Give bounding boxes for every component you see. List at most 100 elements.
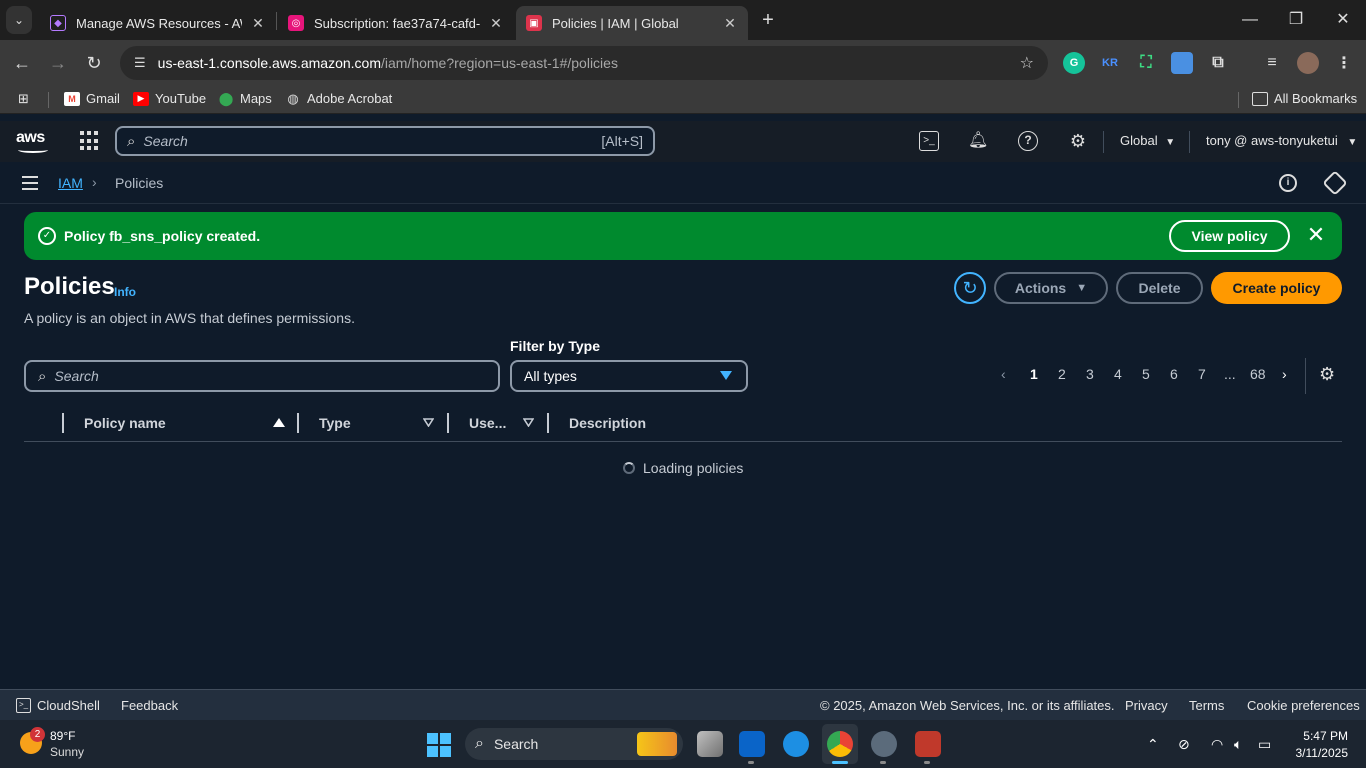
- page-3[interactable]: 3: [1086, 366, 1094, 382]
- media-control-icon[interactable]: ≡: [1261, 52, 1283, 74]
- delete-button[interactable]: Delete: [1116, 272, 1203, 304]
- close-icon[interactable]: ✕: [1306, 224, 1326, 246]
- tab-subscription[interactable]: ◎ Subscription: fae37a74-cafd-47 ✕: [278, 6, 514, 40]
- aws-logo[interactable]: aws: [16, 129, 50, 153]
- aws-search-input[interactable]: ⌕ Search [Alt+S]: [115, 126, 655, 156]
- prev-page-icon[interactable]: ‹: [1001, 366, 1006, 382]
- column-header-policy-name[interactable]: Policy name: [84, 415, 166, 431]
- photo-extension-icon[interactable]: [1171, 52, 1193, 74]
- browser-menu-icon[interactable]: ⋮: [1333, 52, 1355, 74]
- close-icon[interactable]: ✕: [722, 15, 738, 32]
- feedback-link[interactable]: Feedback: [121, 698, 178, 713]
- wifi-icon[interactable]: ◠: [1211, 736, 1223, 753]
- info-link[interactable]: Info: [114, 285, 136, 299]
- fullscreen-extension-icon[interactable]: ⛶: [1135, 52, 1157, 74]
- breadcrumb-iam-link[interactable]: IAM: [58, 175, 83, 191]
- system-clock[interactable]: 5:47 PM 3/11/2025: [1290, 729, 1349, 760]
- back-icon[interactable]: ←: [9, 50, 35, 76]
- close-icon[interactable]: ✕: [488, 15, 504, 32]
- cloudshell-icon[interactable]: >_: [919, 131, 939, 151]
- page-7[interactable]: 7: [1198, 366, 1206, 382]
- page-2[interactable]: 2: [1058, 366, 1066, 382]
- sort-icon[interactable]: [523, 418, 534, 427]
- search-icon: ⌕: [38, 367, 47, 385]
- cloudshell-link[interactable]: CloudShell: [37, 698, 100, 713]
- tab-search-button[interactable]: ⌄: [6, 6, 32, 34]
- extensions-puzzle-icon[interactable]: ⧉: [1207, 52, 1229, 74]
- restore-icon[interactable]: ❐: [1284, 8, 1308, 32]
- tab-label: Policies | IAM | Global: [552, 15, 679, 31]
- tab-aws-resources[interactable]: ◆ Manage AWS Resources - AWS ✕: [40, 6, 276, 40]
- settings-gear-icon[interactable]: [871, 731, 897, 757]
- page-1[interactable]: 1: [1030, 366, 1038, 382]
- gear-icon[interactable]: ⚙: [1068, 131, 1088, 151]
- terms-link[interactable]: Terms: [1189, 698, 1224, 713]
- forward-icon[interactable]: →: [45, 50, 71, 76]
- sort-ascending-icon[interactable]: [273, 418, 285, 427]
- cookie-preferences-link[interactable]: Cookie preferences: [1247, 698, 1360, 713]
- windows-start-icon[interactable]: [427, 733, 451, 757]
- minimize-icon[interactable]: —: [1238, 8, 1262, 32]
- apps-grid-icon[interactable]: ⊞: [18, 91, 29, 107]
- column-divider[interactable]: [297, 413, 299, 433]
- bookmark-star-icon[interactable]: ☆: [1020, 53, 1034, 73]
- outlook-icon[interactable]: [739, 731, 765, 757]
- close-icon[interactable]: ✕: [250, 15, 266, 32]
- settings-hex-icon[interactable]: [1322, 170, 1348, 196]
- view-policy-button[interactable]: View policy: [1169, 220, 1290, 252]
- bookmark-gmail[interactable]: M Gmail: [64, 91, 120, 106]
- actions-dropdown[interactable]: Actions ▼: [994, 272, 1108, 304]
- bookmark-adobe-acrobat[interactable]: ◍ Adobe Acrobat: [285, 91, 392, 107]
- help-icon[interactable]: ?: [1018, 131, 1038, 151]
- speaker-icon[interactable]: 🔈︎: [1234, 736, 1242, 753]
- column-header-type[interactable]: Type: [319, 415, 351, 431]
- chrome-icon[interactable]: [827, 731, 853, 757]
- page-5[interactable]: 5: [1142, 366, 1150, 382]
- page-4[interactable]: 4: [1114, 366, 1122, 382]
- kr-extension-icon[interactable]: KR: [1099, 52, 1121, 74]
- battery-icon[interactable]: ▭: [1258, 736, 1271, 753]
- create-policy-button[interactable]: Create policy: [1211, 272, 1342, 304]
- policy-search-input[interactable]: [54, 368, 475, 384]
- services-grid-icon[interactable]: [80, 131, 100, 151]
- column-divider[interactable]: [447, 413, 449, 433]
- column-divider[interactable]: [547, 413, 549, 433]
- profile-avatar[interactable]: [1297, 52, 1319, 74]
- bookmark-youtube[interactable]: ▶ YouTube: [133, 91, 206, 106]
- page-68[interactable]: 68: [1250, 366, 1266, 382]
- tab-policies[interactable]: ▣ Policies | IAM | Global ✕: [516, 6, 748, 40]
- weather-temperature[interactable]: 89°F: [50, 729, 75, 743]
- info-icon[interactable]: i: [1279, 174, 1297, 192]
- sort-icon[interactable]: [423, 418, 434, 427]
- aws-smile-icon: [18, 147, 48, 153]
- address-bar[interactable]: ☰ us-east-1.console.aws.amazon.com/iam/h…: [120, 46, 1048, 80]
- page-title: Policies: [24, 273, 115, 300]
- refresh-icon[interactable]: ↻: [954, 272, 986, 304]
- weather-condition[interactable]: Sunny: [50, 745, 84, 759]
- copyright-text: © 2025, Amazon Web Services, Inc. or its…: [820, 698, 1115, 713]
- window-close-icon[interactable]: ✕: [1331, 8, 1355, 32]
- region-selector[interactable]: Global ▼: [1120, 133, 1175, 148]
- new-tab-button[interactable]: +: [756, 8, 780, 32]
- network-off-icon[interactable]: ⊘: [1178, 736, 1190, 753]
- snipping-tool-icon[interactable]: [915, 731, 941, 757]
- next-page-icon[interactable]: ›: [1282, 366, 1287, 382]
- column-header-used-as[interactable]: Use...: [469, 415, 506, 431]
- bookmark-maps[interactable]: ⬤ Maps: [218, 91, 272, 107]
- taskbar-search[interactable]: ⌕ Search: [465, 728, 683, 760]
- page-6[interactable]: 6: [1170, 366, 1178, 382]
- bell-icon[interactable]: 🔔︎: [968, 131, 988, 151]
- task-view-icon[interactable]: [697, 731, 723, 757]
- grammarly-icon[interactable]: G: [1063, 52, 1085, 74]
- site-info-icon[interactable]: ☰: [134, 55, 146, 71]
- chevron-up-icon[interactable]: ⌃: [1147, 736, 1159, 753]
- all-bookmarks[interactable]: All Bookmarks: [1252, 91, 1357, 106]
- table-preferences-gear-icon[interactable]: ⚙: [1319, 364, 1335, 385]
- account-menu[interactable]: tony @ aws-tonyuketui ▼: [1206, 133, 1357, 148]
- reload-icon[interactable]: ↻: [81, 50, 107, 76]
- filter-type-select[interactable]: All types: [510, 360, 748, 392]
- menu-icon[interactable]: [22, 176, 40, 190]
- loading-indicator: Loading policies: [623, 460, 743, 476]
- privacy-link[interactable]: Privacy: [1125, 698, 1168, 713]
- docker-icon[interactable]: [783, 731, 809, 757]
